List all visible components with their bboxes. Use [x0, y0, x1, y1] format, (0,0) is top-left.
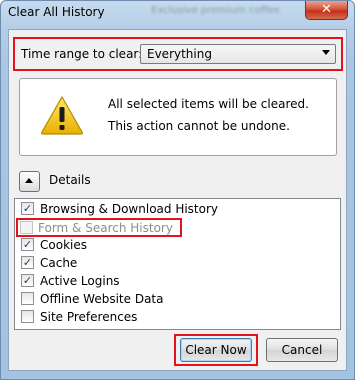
item-label: Site Preferences	[40, 310, 138, 324]
list-item-active-logins[interactable]: ✓ Active Logins	[18, 272, 328, 290]
time-range-value: Everything	[147, 47, 212, 61]
list-item-form-search-history[interactable]: Form & Search History	[16, 218, 182, 237]
item-label: Active Logins	[40, 274, 120, 288]
list-item-browsing-history[interactable]: ✓ Browsing & Download History	[18, 200, 328, 218]
warning-text-line1: All selected items will be cleared.	[108, 97, 309, 111]
details-label[interactable]: Details	[49, 173, 91, 187]
list-item-cache[interactable]: ✓ Cache	[18, 254, 328, 272]
time-range-label: Time range to clear:	[21, 47, 143, 61]
time-range-select[interactable]: Everything	[140, 44, 336, 64]
item-label: Form & Search History	[38, 221, 173, 235]
clear-now-highlight: Clear Now	[174, 334, 258, 366]
item-label: Cookies	[40, 238, 87, 252]
warning-text-line2: This action cannot be undone.	[108, 119, 290, 133]
warning-icon	[41, 95, 83, 135]
list-item-site-preferences[interactable]: Site Preferences	[18, 308, 328, 326]
checkbox-form-search-history[interactable]	[20, 221, 33, 234]
warning-box: All selected items will be cleared. This…	[19, 78, 337, 156]
clear-history-dialog: Clear All History Exclusive premium coff…	[0, 0, 355, 380]
details-toggle-button[interactable]	[19, 171, 40, 192]
item-label: Offline Website Data	[40, 292, 164, 306]
close-icon: ✕	[321, 2, 332, 17]
dialog-content: Time range to clear: Everything All sele…	[8, 29, 347, 371]
dialog-title: Clear All History	[8, 5, 105, 19]
checkbox-cache[interactable]: ✓	[21, 256, 34, 269]
checkbox-site-preferences[interactable]	[21, 310, 34, 323]
checkbox-active-logins[interactable]: ✓	[21, 274, 34, 287]
cancel-button[interactable]: Cancel	[266, 338, 338, 362]
time-range-row: Time range to clear: Everything	[13, 37, 343, 71]
chevron-up-icon	[25, 178, 33, 183]
history-items-list: ✓ Browsing & Download History Form & Sea…	[14, 198, 341, 330]
checkbox-offline-website-data[interactable]	[21, 292, 34, 305]
chevron-down-icon	[322, 50, 330, 55]
list-item-cookies[interactable]: ✓ Cookies	[18, 236, 328, 254]
background-window-text: Exclusive premium coffee	[151, 5, 280, 16]
clear-now-button[interactable]: Clear Now	[180, 338, 252, 362]
checkbox-browsing-history[interactable]: ✓	[21, 202, 34, 215]
item-label: Cache	[40, 256, 78, 270]
item-label: Browsing & Download History	[40, 202, 219, 216]
list-item-offline-website-data[interactable]: Offline Website Data	[18, 290, 328, 308]
title-bar[interactable]: Clear All History Exclusive premium coff…	[1, 1, 354, 29]
close-button[interactable]: ✕	[305, 1, 348, 20]
checkbox-cookies[interactable]: ✓	[21, 238, 34, 251]
